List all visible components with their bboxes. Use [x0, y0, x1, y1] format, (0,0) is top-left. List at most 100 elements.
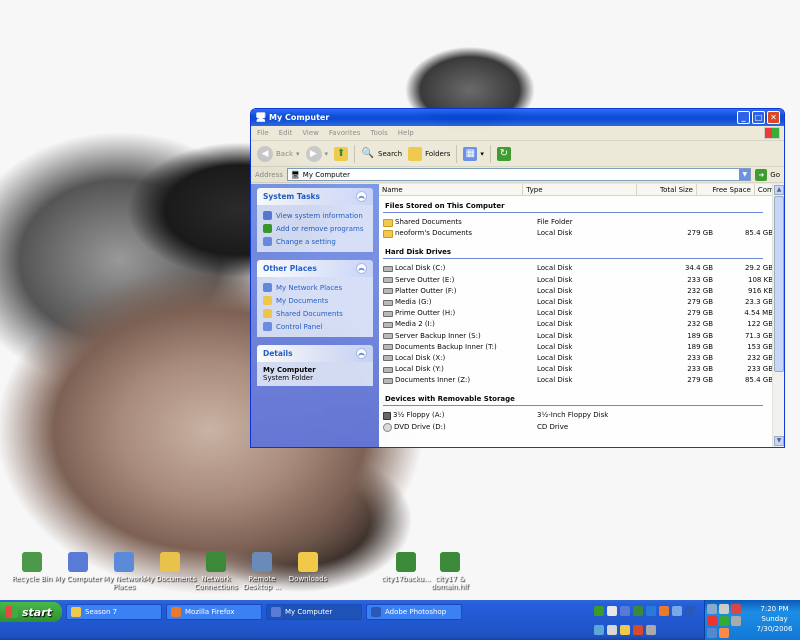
app-icon[interactable]	[594, 624, 604, 635]
tray-icon[interactable]	[719, 628, 729, 638]
scroll-thumb[interactable]	[774, 196, 784, 372]
task-link-my-documents[interactable]: My Documents	[263, 294, 367, 307]
file-row[interactable]: Documents Backup Inner (T:) Local Disk 189…	[383, 342, 784, 353]
file-name: Prime Outter (H:)	[395, 309, 456, 318]
tray-icon[interactable]	[707, 604, 717, 614]
address-input[interactable]: 🖥 My Computer ▼	[286, 168, 752, 181]
forward-button[interactable]: ▶ ▾	[305, 145, 329, 162]
file-row[interactable]: neoform's Documents Local Disk 279 GB 85.4 …	[383, 228, 784, 239]
vertical-scrollbar[interactable]: ▲ ▼	[772, 184, 784, 447]
folders-button[interactable]: Folders	[408, 146, 450, 161]
menu-favorites[interactable]: Favorites	[329, 129, 361, 137]
file-row[interactable]: Serve Outter (E:) Local Disk 233 GB 108 KB	[383, 275, 784, 286]
tray-icon[interactable]	[719, 604, 729, 614]
task-link-my-network-places[interactable]: My Network Places	[263, 281, 367, 294]
chevron-down-icon[interactable]: ▾	[325, 150, 329, 158]
column-name[interactable]: Name	[379, 184, 524, 195]
system-tasks-header[interactable]: System Tasks ︽	[257, 188, 373, 205]
task-link-shared-documents[interactable]: Shared Documents	[263, 307, 367, 320]
scroll-down-icon[interactable]: ▼	[774, 436, 784, 446]
taskbar-button-season-7[interactable]: Season 7	[66, 604, 162, 620]
search-button[interactable]: 🔍 Search	[361, 147, 402, 161]
app-icon[interactable]	[659, 606, 669, 616]
app-icon[interactable]	[646, 606, 656, 616]
file-free-space	[713, 410, 773, 421]
app-icon[interactable]	[633, 624, 643, 635]
back-button[interactable]: ◀ Back ▾	[257, 145, 300, 162]
file-name: DVD Drive (D:)	[394, 422, 446, 431]
desktop-icon-city17-domain-hlf[interactable]: city17 & domain.hlf	[422, 552, 478, 591]
file-total-size	[651, 410, 713, 421]
taskbar-button-my-computer[interactable]: My Computer	[266, 604, 362, 620]
app-icon[interactable]	[620, 624, 630, 635]
file-row[interactable]: Shared Documents File Folder	[383, 217, 784, 228]
app-icon[interactable]	[646, 624, 656, 635]
menu-file[interactable]: File	[257, 129, 269, 137]
task-link-view-system-information[interactable]: View system information	[263, 209, 367, 222]
toolbar-separator	[354, 144, 356, 163]
maximize-button[interactable]: □	[752, 111, 765, 124]
details-name: My Computer	[263, 366, 316, 374]
task-link-change-a-setting[interactable]: Change a setting	[263, 235, 367, 248]
file-row[interactable]: 3½ Floppy (A:) 3½-Inch Floppy Disk	[383, 410, 784, 421]
app-icon[interactable]	[685, 606, 695, 616]
app-icon[interactable]	[620, 606, 630, 616]
chevron-down-icon[interactable]: ▾	[480, 150, 484, 158]
scroll-up-icon[interactable]: ▲	[774, 185, 784, 195]
details-header[interactable]: Details ︽	[257, 345, 373, 362]
file-name: Documents Inner (Z:)	[395, 376, 471, 385]
menu-tools[interactable]: Tools	[371, 129, 388, 137]
file-row[interactable]: DVD Drive (D:) CD Drive	[383, 422, 784, 433]
taskbar-button-adobe-photoshop[interactable]: Adobe Photoshop	[366, 604, 462, 620]
close-button[interactable]: ✕	[767, 111, 780, 124]
tray-icon[interactable]	[707, 628, 717, 638]
title-bar[interactable]: 🖥 My Computer _ □ ✕	[251, 109, 784, 126]
sync-button[interactable]: ↻	[496, 146, 511, 161]
column-free-space[interactable]: Free Space	[697, 184, 755, 195]
menu-view[interactable]: View	[302, 129, 319, 137]
file-row[interactable]: Local Disk (C:) Local Disk 34.4 GB 29.2 GB	[383, 263, 784, 274]
tray-icon[interactable]	[731, 616, 741, 626]
file-row[interactable]: Media (G:) Local Disk 279 GB 23.3 GB	[383, 297, 784, 308]
minimize-button[interactable]: _	[737, 111, 750, 124]
taskbar-button-mozilla-firefox[interactable]: Mozilla Firefox	[166, 604, 262, 620]
app-icon[interactable]	[607, 624, 617, 635]
menu-edit[interactable]: Edit	[279, 129, 293, 137]
column-type[interactable]: Type	[523, 184, 638, 195]
menu-help[interactable]: Help	[398, 129, 414, 137]
my-computer-window[interactable]: 🖥 My Computer _ □ ✕ File Edit View Favor…	[250, 108, 785, 448]
collapse-icon[interactable]: ︽	[356, 263, 367, 274]
app-icon[interactable]	[607, 606, 617, 616]
task-link-control-panel[interactable]: Control Panel	[263, 320, 367, 333]
file-row[interactable]: Documents Inner (Z:) Local Disk 279 GB 85.4…	[383, 375, 784, 386]
file-row[interactable]: Server Backup Inner (S:) Local Disk 189 GB…	[383, 331, 784, 342]
file-row[interactable]: Local Disk (X:) Local Disk 233 GB 232 GB	[383, 353, 784, 364]
up-button[interactable]: ⬆	[334, 146, 349, 161]
collapse-icon[interactable]: ︽	[356, 348, 367, 359]
collapse-icon[interactable]: ︽	[356, 191, 367, 202]
clock[interactable]: 7:20 PM Sunday 7/30/2006	[751, 604, 798, 636]
other-places-header[interactable]: Other Places ︽	[257, 260, 373, 277]
start-button[interactable]: start	[0, 602, 62, 622]
go-button[interactable]: ➜ Go	[755, 168, 780, 181]
tray-icon[interactable]	[719, 616, 729, 626]
app-icon[interactable]	[633, 606, 643, 616]
chevron-down-icon[interactable]: ▾	[296, 150, 300, 158]
views-button[interactable]: ▦ ▾	[463, 146, 484, 161]
app-icon[interactable]	[594, 606, 604, 616]
file-row[interactable]: Local Disk (Y:) Local Disk 233 GB 233 GB	[383, 364, 784, 375]
desktop-icon-downloads[interactable]: Downloads	[280, 552, 336, 583]
recycle-bin-icon	[22, 552, 42, 572]
tray-icon[interactable]	[731, 604, 741, 614]
chevron-down-icon[interactable]: ▼	[739, 169, 751, 180]
file-row[interactable]: Prime Outter (H:) Local Disk 279 GB 4.54 MB	[383, 308, 784, 319]
column-total-size[interactable]: Total Size	[637, 184, 697, 195]
floppy-icon	[383, 412, 391, 421]
task-link-add-or-remove-programs[interactable]: Add or remove programs	[263, 222, 367, 235]
file-type: Local Disk	[537, 353, 573, 362]
disk-icon	[383, 277, 393, 284]
file-row[interactable]: Platter Outter (F:) Local Disk 232 GB 916 K…	[383, 286, 784, 297]
app-icon[interactable]	[672, 606, 682, 616]
tray-icon[interactable]	[707, 616, 717, 626]
file-row[interactable]: Media 2 (I:) Local Disk 232 GB 122 GB	[383, 319, 784, 330]
